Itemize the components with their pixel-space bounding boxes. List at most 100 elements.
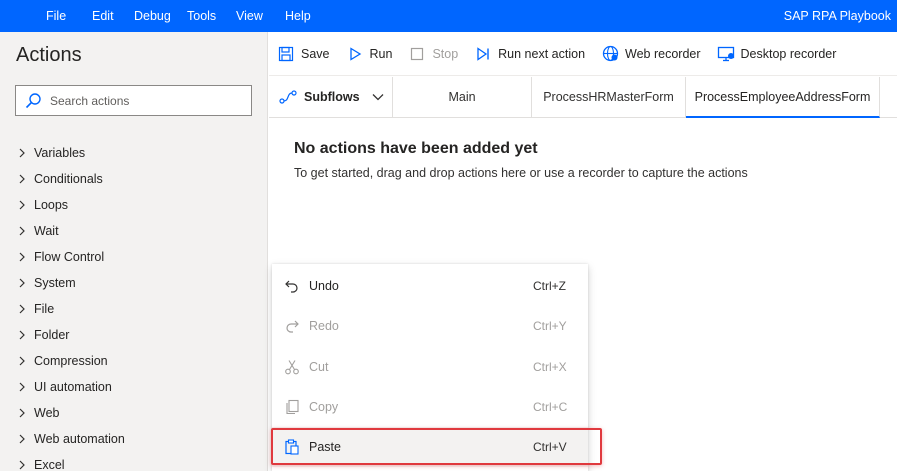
redo-shortcut: Ctrl+Y	[533, 319, 567, 333]
category-label: Loops	[34, 198, 69, 212]
chevron-right-icon	[18, 197, 34, 213]
category-wait[interactable]: Wait	[0, 218, 267, 244]
subflow-icon	[279, 89, 299, 105]
copy-label: Copy	[309, 400, 339, 414]
play-icon	[346, 45, 364, 63]
category-folder[interactable]: Folder	[0, 322, 267, 348]
chevron-right-icon	[18, 275, 34, 291]
copy-shortcut: Ctrl+C	[533, 400, 568, 414]
context-menu-cut[interactable]: Cut Ctrl+X	[272, 347, 588, 387]
chevron-right-icon	[18, 223, 34, 239]
chevron-right-icon	[18, 353, 34, 369]
search-input[interactable]	[50, 93, 240, 108]
category-label: System	[34, 276, 76, 290]
cut-shortcut: Ctrl+X	[533, 360, 567, 374]
save-button[interactable]: Save	[269, 39, 338, 69]
category-label: Compression	[34, 354, 108, 368]
actions-pane: Actions Variables Conditionals Loops Wai…	[0, 32, 268, 471]
undo-shortcut: Ctrl+Z	[533, 279, 566, 293]
tab-process-employee-address-form[interactable]: ProcessEmployeeAddressForm	[686, 77, 880, 118]
context-menu-redo[interactable]: Redo Ctrl+Y	[272, 306, 588, 346]
category-compression[interactable]: Compression	[0, 348, 267, 374]
category-flow-control[interactable]: Flow Control	[0, 244, 267, 270]
copy-icon	[283, 398, 301, 416]
category-ui-automation[interactable]: UI automation	[0, 374, 267, 400]
category-conditionals[interactable]: Conditionals	[0, 166, 267, 192]
category-web[interactable]: Web	[0, 400, 267, 426]
run-label: Run	[369, 46, 393, 61]
run-button[interactable]: Run	[338, 39, 401, 69]
category-label: Conditionals	[34, 172, 103, 186]
category-label: UI automation	[34, 380, 112, 394]
tab-label: Main	[448, 90, 476, 104]
cut-icon	[283, 358, 301, 376]
context-menu-paste[interactable]: Paste Ctrl+V	[272, 427, 588, 467]
category-variables[interactable]: Variables	[0, 140, 267, 166]
search-icon	[16, 86, 50, 115]
chevron-right-icon	[18, 145, 34, 161]
cut-label: Cut	[309, 360, 329, 374]
monitor-icon	[717, 45, 735, 63]
paste-label: Paste	[309, 440, 341, 454]
menu-help[interactable]: Help	[285, 0, 311, 32]
undo-icon	[283, 277, 301, 295]
category-label: File	[34, 302, 55, 316]
category-label: Web automation	[34, 432, 125, 446]
chevron-right-icon	[18, 405, 34, 421]
run-next-action-button[interactable]: Run next action	[466, 39, 593, 69]
chevron-right-icon	[18, 457, 34, 471]
context-menu-copy[interactable]: Copy Ctrl+C	[272, 387, 588, 427]
category-excel[interactable]: Excel	[0, 452, 267, 471]
step-icon	[474, 45, 492, 63]
menu-debug[interactable]: Debug	[134, 0, 171, 32]
empty-state-subtitle: To get started, drag and drop actions he…	[294, 166, 748, 180]
category-web-automation[interactable]: Web automation	[0, 426, 267, 452]
save-label: Save	[301, 46, 330, 61]
stop-button[interactable]: Stop	[400, 39, 466, 69]
search-box[interactable]	[15, 85, 252, 116]
tab-main[interactable]: Main	[393, 77, 532, 117]
category-file[interactable]: File	[0, 296, 267, 322]
chevron-right-icon	[18, 249, 34, 265]
category-label: Wait	[34, 224, 59, 238]
chevron-down-icon	[372, 93, 386, 101]
category-label: Variables	[34, 146, 86, 160]
tab-label: ProcessEmployeeAddressForm	[694, 89, 871, 104]
tab-process-hr-master-form[interactable]: ProcessHRMasterForm	[532, 77, 686, 117]
desktop-recorder-button[interactable]: Desktop recorder	[709, 39, 845, 69]
redo-icon	[283, 317, 301, 335]
save-icon	[277, 45, 295, 63]
desktop-recorder-label: Desktop recorder	[740, 46, 837, 61]
chevron-right-icon	[18, 171, 34, 187]
subflows-dropdown[interactable]: Subflows	[269, 77, 393, 117]
category-loops[interactable]: Loops	[0, 192, 267, 218]
redo-label: Redo	[309, 319, 339, 333]
subflows-label: Subflows	[304, 90, 360, 104]
category-label: Flow Control	[34, 250, 105, 264]
chevron-right-icon	[18, 327, 34, 343]
stop-icon	[408, 45, 426, 63]
undo-label: Undo	[309, 279, 339, 293]
run-next-label: Run next action	[498, 46, 586, 61]
menu-edit[interactable]: Edit	[92, 0, 114, 32]
globe-icon	[601, 45, 619, 63]
menu-file[interactable]: File	[46, 0, 66, 32]
category-system[interactable]: System	[0, 270, 267, 296]
context-menu-undo[interactable]: Undo Ctrl+Z	[272, 266, 588, 306]
category-label: Web	[34, 406, 60, 420]
menu-tools[interactable]: Tools	[187, 0, 216, 32]
context-menu: Undo Ctrl+Z Redo Ctrl+Y Cut Ctrl+X Copy …	[272, 264, 588, 471]
category-label: Excel	[34, 458, 65, 471]
tab-label: ProcessHRMasterForm	[543, 90, 674, 104]
app-title: SAP RPA Playbook	[783, 9, 891, 23]
chevron-right-icon	[18, 301, 34, 317]
paste-icon	[283, 438, 301, 456]
actions-title: Actions	[16, 44, 82, 66]
category-label: Folder	[34, 328, 70, 342]
empty-state-title: No actions have been added yet	[294, 140, 538, 157]
toolbar: Save Run Stop Run next action Web record…	[269, 32, 897, 76]
chevron-right-icon	[18, 379, 34, 395]
web-recorder-label: Web recorder	[625, 46, 701, 61]
web-recorder-button[interactable]: Web recorder	[593, 39, 709, 69]
menu-view[interactable]: View	[236, 0, 263, 32]
